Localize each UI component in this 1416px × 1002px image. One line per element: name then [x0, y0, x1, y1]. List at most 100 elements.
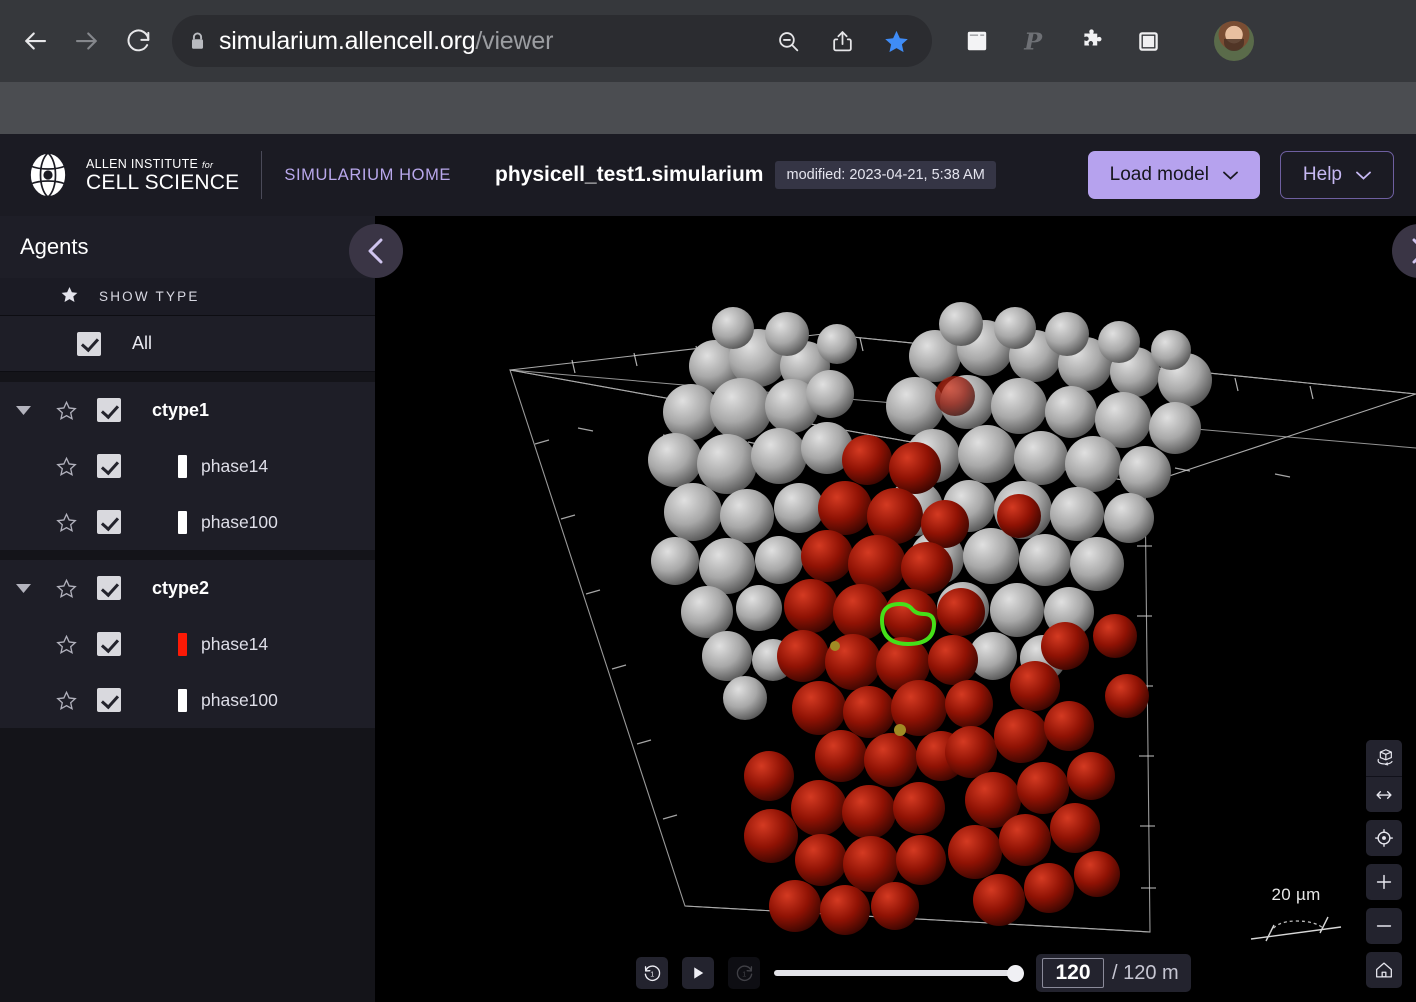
browser-nav-buttons: [14, 26, 154, 56]
agent-checkbox-ctype2[interactable]: [97, 576, 121, 600]
play-button[interactable]: [682, 957, 714, 989]
cell-logo-icon: [22, 149, 74, 201]
agent-row-ctype1-phase100[interactable]: phase100: [0, 494, 375, 550]
star-outline-icon[interactable]: [46, 456, 86, 477]
svg-text:1: 1: [650, 970, 654, 978]
star-outline-icon[interactable]: [46, 690, 86, 711]
agent-group-ctype2[interactable]: ctype2: [0, 560, 375, 616]
star-filled-icon[interactable]: [882, 27, 910, 55]
color-swatch[interactable]: [178, 510, 187, 534]
agent-label: phase100: [201, 689, 278, 710]
reader-window-icon[interactable]: [962, 26, 992, 56]
checkbox-cell: [86, 510, 132, 534]
checkbox-cell: [86, 398, 132, 422]
time-slider-track: [774, 970, 1022, 976]
pan-camera-button[interactable]: [1366, 776, 1402, 812]
checkbox-cell: [66, 331, 112, 356]
zoom-out-button[interactable]: [1366, 908, 1402, 944]
browser-lower-strip: [0, 82, 1416, 134]
star-outline-icon[interactable]: [46, 634, 86, 655]
3d-viewport[interactable]: 20 µm: [375, 216, 1416, 1002]
chevron-down-icon[interactable]: [0, 583, 46, 594]
sidebar-panel-icon[interactable]: [1133, 26, 1163, 56]
chevron-down-icon[interactable]: [0, 405, 46, 416]
agent-row-ctype2-phase14[interactable]: phase14: [0, 616, 375, 672]
address-bar-actions: [774, 27, 914, 55]
load-model-button[interactable]: Load model: [1087, 151, 1260, 199]
star-outline-icon[interactable]: [46, 578, 86, 599]
browser-toolbar: simularium.allencell.org/viewer P: [0, 0, 1416, 82]
reload-button[interactable]: [124, 26, 154, 56]
agent-group-ctype1[interactable]: ctype1: [0, 382, 375, 438]
zoom-in-group: [1366, 864, 1402, 900]
header-actions: Load model Help: [1087, 151, 1394, 199]
scale-bar: 20 µm: [1248, 885, 1344, 954]
chevron-down-icon: [1223, 164, 1238, 186]
browser-chrome: simularium.allencell.org/viewer P: [0, 0, 1416, 134]
agent-checkbox-ctype1-phase14[interactable]: [97, 454, 121, 478]
reset-camera-group: [1366, 952, 1402, 988]
checkbox-cell: [86, 688, 132, 712]
focus-camera-button[interactable]: [1366, 820, 1402, 856]
agent-row-all[interactable]: All: [0, 316, 375, 372]
agent-row-ctype2-phase100[interactable]: phase100: [0, 672, 375, 728]
color-swatch[interactable]: [178, 632, 187, 656]
agent-checkbox-ctype2-phase14[interactable]: [97, 632, 121, 656]
browser-extensions: P: [962, 21, 1254, 61]
logo-line-2: CELL SCIENCE: [86, 171, 240, 195]
skip-forward-button[interactable]: 1: [728, 957, 760, 989]
star-outline-icon[interactable]: [46, 512, 86, 533]
help-label: Help: [1302, 164, 1342, 185]
svg-text:P: P: [1023, 28, 1043, 55]
svg-text:1: 1: [742, 970, 746, 978]
url-domain: simularium.allencell.org: [219, 26, 476, 55]
camera-mode-group: [1366, 740, 1402, 812]
forward-button[interactable]: [72, 26, 102, 56]
agent-label: phase14: [201, 633, 269, 654]
reset-camera-button[interactable]: [1366, 952, 1402, 988]
puzzle-piece-icon[interactable]: [1076, 26, 1106, 56]
agent-checkbox-ctype1[interactable]: [97, 398, 121, 422]
collapse-sidebar-button[interactable]: [349, 224, 403, 278]
logo-line-1: ALLEN INSTITUTE for: [86, 156, 214, 171]
agent-checkbox-ctype1-phase100[interactable]: [97, 510, 121, 534]
zoom-in-button[interactable]: [1366, 864, 1402, 900]
help-button[interactable]: Help: [1279, 151, 1394, 199]
agent-row-ctype1-phase14[interactable]: phase14: [0, 438, 375, 494]
agent-label: phase100: [201, 511, 278, 532]
total-time-label: / 120 m: [1112, 961, 1179, 984]
back-button[interactable]: [20, 26, 50, 56]
agent-label: phase14: [201, 455, 269, 476]
current-time-input[interactable]: [1042, 958, 1104, 988]
modified-badge: modified: 2023-04-21, 5:38 AM: [775, 161, 996, 189]
url-text: simularium.allencell.org/viewer: [219, 27, 553, 56]
header-divider: [261, 151, 263, 199]
address-bar[interactable]: simularium.allencell.org/viewer: [172, 15, 932, 67]
user-avatar[interactable]: [1214, 21, 1254, 61]
color-swatch[interactable]: [178, 454, 187, 478]
simularium-home-link[interactable]: SIMULARIUM HOME: [284, 166, 451, 185]
checkbox-cell: [86, 632, 132, 656]
star-filled-icon: [60, 285, 79, 309]
p-letter-icon[interactable]: P: [1019, 26, 1049, 56]
agent-checkbox-all[interactable]: [77, 331, 101, 356]
agent-label: ctype1: [152, 399, 210, 420]
app-window: simularium.allencell.org/viewer P ALLEN …: [0, 0, 1416, 1002]
load-model-label: Load model: [1109, 164, 1209, 185]
scale-bar-graphic: [1250, 916, 1342, 942]
show-type-header: SHOW TYPE: [0, 278, 375, 316]
star-outline-icon[interactable]: [46, 400, 86, 421]
orbit-camera-button[interactable]: [1366, 740, 1402, 776]
skip-back-button[interactable]: 1: [636, 957, 668, 989]
allen-institute-logo: ALLEN INSTITUTE for CELL SCIENCE: [22, 149, 239, 201]
share-icon[interactable]: [828, 27, 856, 55]
color-swatch[interactable]: [178, 688, 187, 712]
time-slider[interactable]: [774, 961, 1024, 985]
magnifier-minus-icon[interactable]: [774, 27, 802, 55]
time-slider-thumb[interactable]: [1007, 964, 1024, 982]
small-agent-dot: [894, 724, 906, 736]
playback-controls: 1 1 / 120 m: [636, 954, 1191, 992]
row-separator: [0, 372, 375, 382]
app-header: ALLEN INSTITUTE for CELL SCIENCE SIMULAR…: [0, 134, 1416, 216]
agent-checkbox-ctype2-phase100[interactable]: [97, 688, 121, 712]
